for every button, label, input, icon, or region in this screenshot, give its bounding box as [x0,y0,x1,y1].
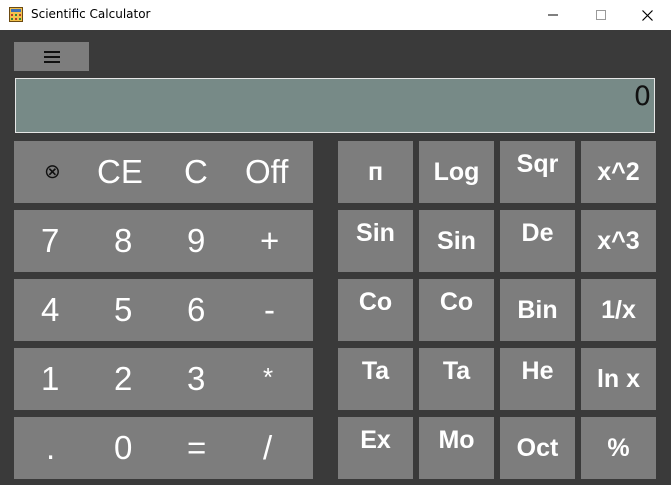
tan-button[interactable]: Ta [338,348,413,410]
calculator-app-icon [9,7,23,22]
maximize-icon [596,10,606,20]
percent-button-label: % [607,433,630,462]
percent-button[interactable]: % [581,417,656,479]
display-value: 0 [633,81,651,112]
exp-button-label: Ex [360,426,391,454]
equals-button[interactable]: = [187,431,206,464]
digit-4-button[interactable]: 4 [41,293,59,326]
sqrt-button[interactable]: Sqr [500,141,575,203]
backspace-button[interactable]: ⊗ [44,162,61,182]
tan-alt-button-label: Ta [442,357,471,385]
digit-5-button[interactable]: 5 [114,293,132,326]
digit-8-button[interactable]: 8 [114,224,132,257]
square-button-label: x^2 [597,157,640,186]
digit-9-button[interactable]: 9 [187,224,205,257]
octal-button[interactable]: Oct [500,417,575,479]
plus-button[interactable]: + [260,224,279,257]
off-button[interactable]: Off [245,155,288,188]
hamburger-menu-icon [43,50,60,63]
decimal-base-button-label: De [521,219,554,247]
window-title: Scientific Calculator [31,7,151,21]
close-icon [641,9,653,21]
binary-button-label: Bin [517,295,558,324]
clear-button[interactable]: C [184,155,208,188]
cube-button[interactable]: x^3 [581,210,656,272]
digit-6-button[interactable]: 6 [187,293,205,326]
cos-button[interactable]: Co [338,279,413,341]
hex-button[interactable]: He [500,348,575,410]
digit-2-button[interactable]: 2 [114,362,132,395]
tan-alt-button[interactable]: Ta [419,348,494,410]
exp-button[interactable]: Ex [338,417,413,479]
sqrt-button-label: Sqr [516,150,559,178]
maximize-button[interactable] [578,0,624,30]
decimal-point-button[interactable]: . [46,431,55,464]
natural-log-button[interactable]: ln x [581,348,656,410]
digit-1-button[interactable]: 1 [41,362,59,395]
mod-button[interactable]: Mo [419,417,494,479]
mod-button-label: Mo [438,426,475,454]
minimize-button[interactable] [530,0,576,30]
digit-3-button[interactable]: 3 [187,362,205,395]
binary-button[interactable]: Bin [500,279,575,341]
digit-0-button[interactable]: 0 [114,431,132,464]
cos-button-label: Co [358,288,393,316]
minimize-icon [548,14,558,16]
calculator-body: 0 ⊗ CE C Off 7 8 9 + 4 5 6 - 1 2 3 * . 0… [0,30,671,485]
close-button[interactable] [624,0,670,30]
hex-button-label: He [521,357,554,385]
cos-alt-button-label: Co [439,288,474,316]
log-button-label: Log [433,157,480,186]
cos-alt-button[interactable]: Co [419,279,494,341]
sin-button[interactable]: Sin [338,210,413,272]
digit-7-button[interactable]: 7 [41,224,59,257]
clear-entry-button[interactable]: CE [97,155,143,188]
square-button[interactable]: x^2 [581,141,656,203]
pi-button-label: п [367,157,384,186]
multiply-button[interactable]: * [263,364,273,390]
sin-alt-button-label: Sin [437,226,476,255]
tan-button-label: Ta [361,357,390,385]
reciprocal-button-label: 1/x [601,295,636,324]
sin-button-label: Sin [356,219,395,247]
title-bar: Scientific Calculator [0,0,671,30]
cube-button-label: x^3 [597,226,640,255]
divide-button[interactable]: / [263,431,272,464]
result-display: 0 [15,78,655,133]
log-button[interactable]: Log [419,141,494,203]
minus-button[interactable]: - [264,293,275,326]
octal-button-label: Oct [516,433,559,462]
natural-log-button-label: ln x [596,364,641,393]
reciprocal-button[interactable]: 1/x [581,279,656,341]
menu-button[interactable] [14,42,89,71]
pi-button[interactable]: п [338,141,413,203]
decimal-base-button[interactable]: De [500,210,575,272]
sin-alt-button[interactable]: Sin [419,210,494,272]
